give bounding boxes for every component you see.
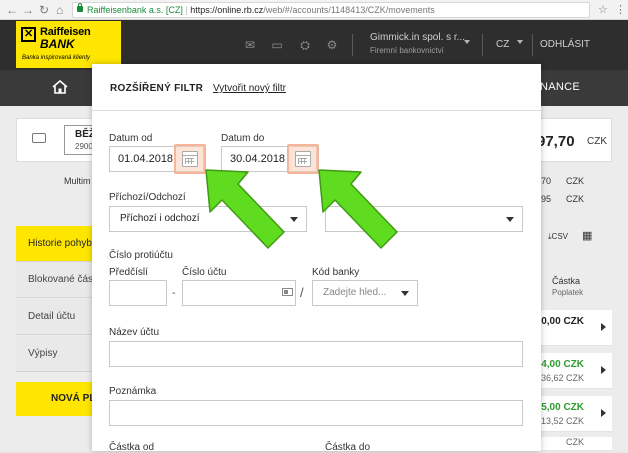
logo-line2: BANK (40, 37, 75, 51)
account-balance: 97,70 (537, 133, 575, 150)
date-from-calendar-icon[interactable] (182, 151, 198, 167)
row-amount: 4,00 CZK (541, 359, 584, 370)
csv-export-link[interactable]: ⤓CSV (548, 232, 568, 242)
prefix-separator: - (172, 287, 176, 299)
reload-icon[interactable]: ↻ (39, 3, 49, 17)
row-fee: 13,52 CZK (540, 416, 584, 426)
amount-to-label: Částka do (325, 442, 371, 453)
counter-account-label: Číslo protiúčtu (109, 250, 173, 261)
wallet-icon (32, 133, 46, 143)
bank-code-separator: / (300, 285, 304, 300)
home-icon[interactable]: ⌂ (56, 3, 63, 17)
column-header-fee: Poplatek (552, 288, 584, 297)
lock-icon (77, 3, 83, 12)
bookmark-star-icon[interactable]: ☆ (598, 3, 608, 17)
chevron-right-icon (601, 323, 606, 331)
annotation-arrow-date-from (205, 169, 285, 249)
new-payment-button[interactable]: NOVÁ PL (16, 382, 94, 416)
sidebar-item-statements[interactable]: Výpisy (16, 336, 94, 372)
note-label: Poznámka (109, 386, 157, 397)
browser-menu-icon[interactable]: ⋮ (615, 3, 626, 17)
bank-code-placeholder: Zadejte hled... (323, 287, 387, 298)
annotation-arrow-date-to (318, 169, 398, 249)
date-from-label: Datum od (109, 133, 153, 144)
summary-value-2: 95 (541, 194, 552, 204)
mail-icon[interactable]: ✉ (243, 39, 257, 51)
account-number: 2900 (75, 142, 93, 151)
address-bar[interactable]: Raiffeisenbank a.s. [CZ] | https://onlin… (72, 2, 590, 18)
advanced-filter-modal: ROZŠÍŘENÝ FILTR Vytvořit nový filtr Datu… (92, 64, 541, 453)
prefix-label: Předčíslí (109, 267, 148, 278)
date-to-label: Datum do (221, 133, 265, 144)
language-select[interactable]: CZ (496, 39, 509, 50)
row-amount: 5,00 CZK (541, 402, 584, 413)
prefix-input[interactable] (109, 280, 167, 306)
modal-title: ROZŠÍŘENÝ FILTR (110, 83, 204, 94)
header-divider (482, 34, 483, 56)
secure-label: Raiffeisenbank a.s. [CZ] (87, 5, 183, 15)
date-to-calendar-icon[interactable] (295, 151, 311, 167)
account-balance-currency: CZK (587, 136, 607, 147)
car-settings-icon[interactable]: ⛭ (298, 39, 312, 51)
row-fee: 36,62 CZK (540, 373, 584, 383)
browser-toolbar: ← → ↻ ⌂ Raiffeisenbank a.s. [CZ] | https… (0, 0, 628, 20)
summary-value-1: 70 (541, 176, 552, 186)
logo-tagline: Banka inspirovaná klienty (22, 55, 91, 61)
bank-code-label: Kód banky (312, 267, 360, 278)
table-view-icon[interactable]: ▦ (582, 229, 592, 242)
url-path: /web/#/accounts/1148413/CZK/movements (263, 5, 435, 15)
create-new-filter-link[interactable]: Vytvořit nový filtr (213, 83, 286, 94)
user-name[interactable]: Gimmick.in spol. s r... (370, 32, 465, 43)
folder-download-icon[interactable]: ▭ (270, 39, 284, 51)
modal-divider (92, 110, 541, 111)
back-icon[interactable]: ← (6, 3, 18, 17)
forward-icon[interactable]: → (22, 3, 34, 17)
header-divider (352, 34, 353, 56)
date-from-value: 01.04.2018 (118, 153, 174, 165)
csv-label: CSV (551, 232, 568, 241)
gear-icon[interactable]: ⚙ (325, 39, 339, 51)
sidebar-item-blocked[interactable]: Blokované část (16, 262, 94, 298)
chevron-down-icon (290, 217, 298, 222)
raiffeisen-logo[interactable]: Raiffeisen BANK Banka inspirovaná klient… (16, 21, 121, 68)
chevron-right-icon (601, 366, 606, 374)
header-divider (532, 34, 533, 56)
summary-currency-1: CZK (566, 176, 584, 186)
site-header: Raiffeisen BANK Banka inspirovaná klient… (0, 20, 628, 70)
account-card-icon[interactable] (282, 288, 293, 296)
sidebar-item-history[interactable]: Historie pohybů (16, 226, 94, 262)
url-host: https://online.rb.cz (190, 5, 264, 15)
direction-value: Příchozí i odchozí (120, 213, 200, 224)
home-icon[interactable] (52, 80, 68, 94)
row-fee: CZK (566, 437, 584, 447)
note-input[interactable] (109, 400, 523, 426)
bank-code-select[interactable]: Zadejte hled... (312, 280, 418, 306)
chevron-right-icon (601, 409, 606, 417)
column-header-amount: Částka (552, 276, 581, 286)
language-chevron-down-icon[interactable] (517, 40, 523, 44)
account-name-label: Název účtu (109, 327, 160, 338)
logo-cross-icon (21, 27, 36, 42)
user-chevron-down-icon[interactable] (464, 40, 470, 44)
multi-label: Multim (64, 176, 91, 186)
chevron-down-icon (506, 217, 514, 222)
logout-button[interactable]: ODHLÁSIT (540, 39, 590, 50)
chevron-down-icon (401, 291, 409, 296)
amount-from-label: Částka od (109, 442, 155, 453)
row-amount: 0,00 CZK (541, 316, 584, 327)
user-role: Firemní bankovnictví (370, 46, 444, 55)
account-name-input[interactable] (109, 341, 523, 367)
account-number-label: Číslo účtu (182, 267, 227, 278)
sidebar-item-account-detail[interactable]: Detail účtu (16, 299, 94, 335)
summary-currency-2: CZK (566, 194, 584, 204)
account-number-input[interactable] (182, 280, 296, 306)
direction-label: Příchozí/Odchozí (109, 192, 186, 203)
nav-item-finance[interactable]: NANCE (540, 81, 580, 93)
